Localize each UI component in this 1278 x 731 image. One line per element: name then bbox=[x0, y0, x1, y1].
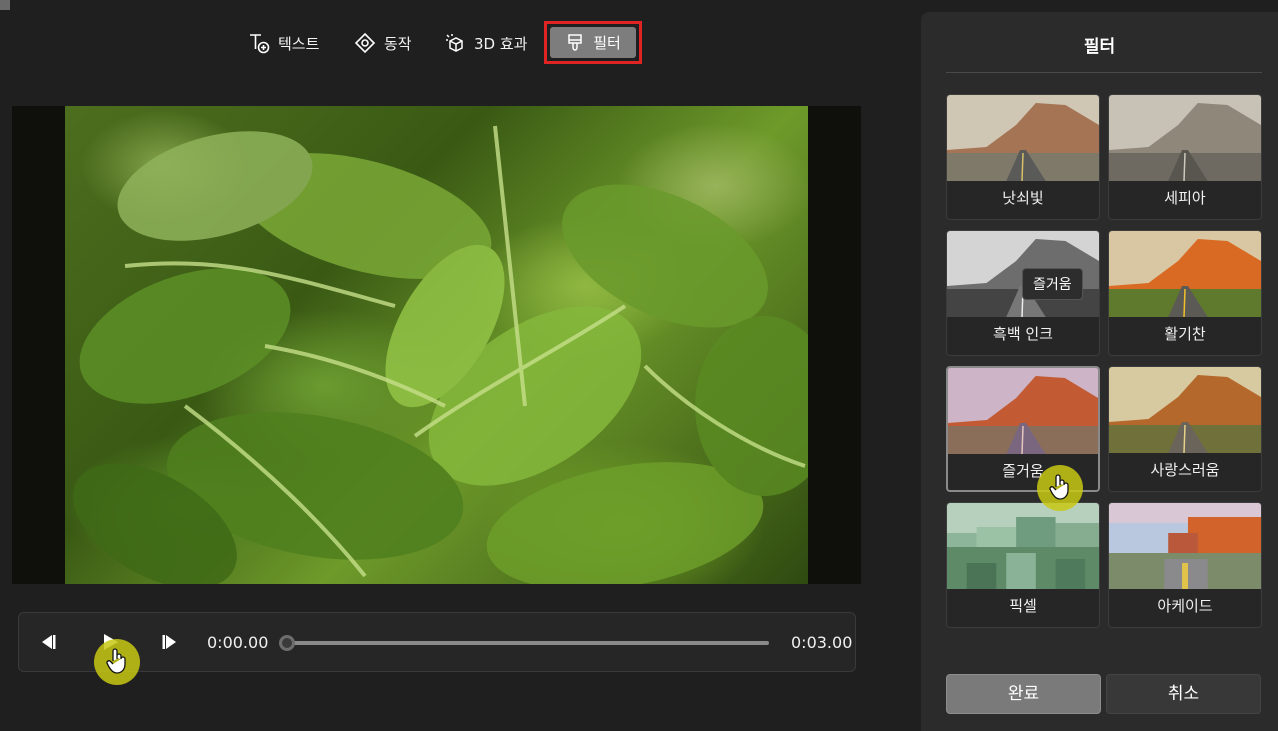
hand-cursor-icon bbox=[106, 648, 126, 674]
motion-tool-label: 동작 bbox=[384, 34, 412, 53]
filter-thumbnail-aged bbox=[947, 95, 1099, 181]
3d-effects-tool-label: 3D 효과 bbox=[474, 34, 528, 53]
done-button[interactable]: 완료 bbox=[946, 674, 1101, 714]
text-tool-button[interactable]: 텍스트 bbox=[248, 26, 319, 60]
cursor-highlight-filter bbox=[1037, 465, 1083, 511]
cancel-button[interactable]: 취소 bbox=[1106, 674, 1261, 714]
filter-tooltip: 즐거움 bbox=[1022, 268, 1083, 300]
filter-tool-inner: 필터 bbox=[550, 27, 636, 58]
filter-label: 사랑스러움 bbox=[1150, 461, 1220, 479]
spinach-leaves-graphic bbox=[73, 125, 808, 584]
filter-label: 아케이드 bbox=[1157, 597, 1213, 615]
cursor-highlight-play bbox=[94, 639, 140, 685]
filter-label: 세피아 bbox=[1164, 189, 1206, 207]
filter-thumbnail-arcade bbox=[1109, 503, 1261, 589]
filter-label: 흑백 인크 bbox=[993, 325, 1053, 343]
filter-card-arcade[interactable]: 아케이드 bbox=[1108, 502, 1262, 628]
filter-card-lovely[interactable]: 사랑스러움 bbox=[1108, 366, 1262, 492]
playback-bar: 0:00.00 0:03.00 bbox=[18, 612, 856, 672]
video-preview bbox=[12, 106, 861, 584]
effects-toolbar: 텍스트 동작 3D 효과 필터 bbox=[0, 0, 900, 80]
video-editor-window: 텍스트 동작 3D 효과 필터 0:00.00 0:03.00 필터 낫쇠빛 세… bbox=[0, 0, 1278, 731]
filter-card-pixel[interactable]: 픽셀 bbox=[946, 502, 1100, 628]
motion-tool-button[interactable]: 동작 bbox=[354, 26, 412, 60]
filter-thumbnail-sepia bbox=[1109, 95, 1261, 181]
filter-brush-icon bbox=[568, 33, 582, 51]
filter-thumbnail-pixel bbox=[947, 503, 1099, 589]
3d-effects-tool-button[interactable]: 3D 효과 bbox=[444, 26, 527, 60]
text-tool-label: 텍스트 bbox=[278, 34, 320, 53]
panel-divider bbox=[946, 72, 1262, 73]
filter-tool-button[interactable]: 필터 bbox=[544, 21, 642, 64]
filter-thumbnail-vivid bbox=[1109, 231, 1261, 317]
filter-tool-label: 필터 bbox=[593, 34, 621, 52]
next-frame-icon[interactable] bbox=[159, 631, 181, 653]
filter-panel: 필터 낫쇠빛 세피아 흑백 인크 활기찬 즐거움 사랑스러움 픽셀 아케이드 즐… bbox=[921, 12, 1278, 731]
current-time: 0:00.00 bbox=[207, 633, 269, 652]
filter-label: 픽셀 bbox=[1009, 597, 1037, 615]
seek-thumb[interactable] bbox=[279, 635, 295, 651]
previous-frame-icon[interactable] bbox=[37, 631, 59, 653]
text-add-icon bbox=[250, 34, 270, 54]
panel-title: 필터 bbox=[1083, 37, 1116, 57]
filter-label: 활기찬 bbox=[1164, 325, 1206, 343]
filter-card-aged[interactable]: 낫쇠빛 bbox=[946, 94, 1100, 220]
seek-slider[interactable] bbox=[279, 635, 769, 651]
filter-card-sepia[interactable]: 세피아 bbox=[1108, 94, 1262, 220]
motion-icon bbox=[354, 32, 376, 54]
filter-thumbnail-lovely bbox=[1109, 367, 1261, 453]
total-time: 0:03.00 bbox=[791, 633, 853, 652]
filter-thumbnail-joy bbox=[948, 368, 1098, 454]
3d-effects-icon bbox=[446, 34, 463, 52]
preview-image bbox=[65, 106, 808, 584]
hand-cursor-icon bbox=[1049, 474, 1069, 500]
filter-label: 낫쇠빛 bbox=[1002, 189, 1044, 207]
filter-card-vivid[interactable]: 활기찬 bbox=[1108, 230, 1262, 356]
